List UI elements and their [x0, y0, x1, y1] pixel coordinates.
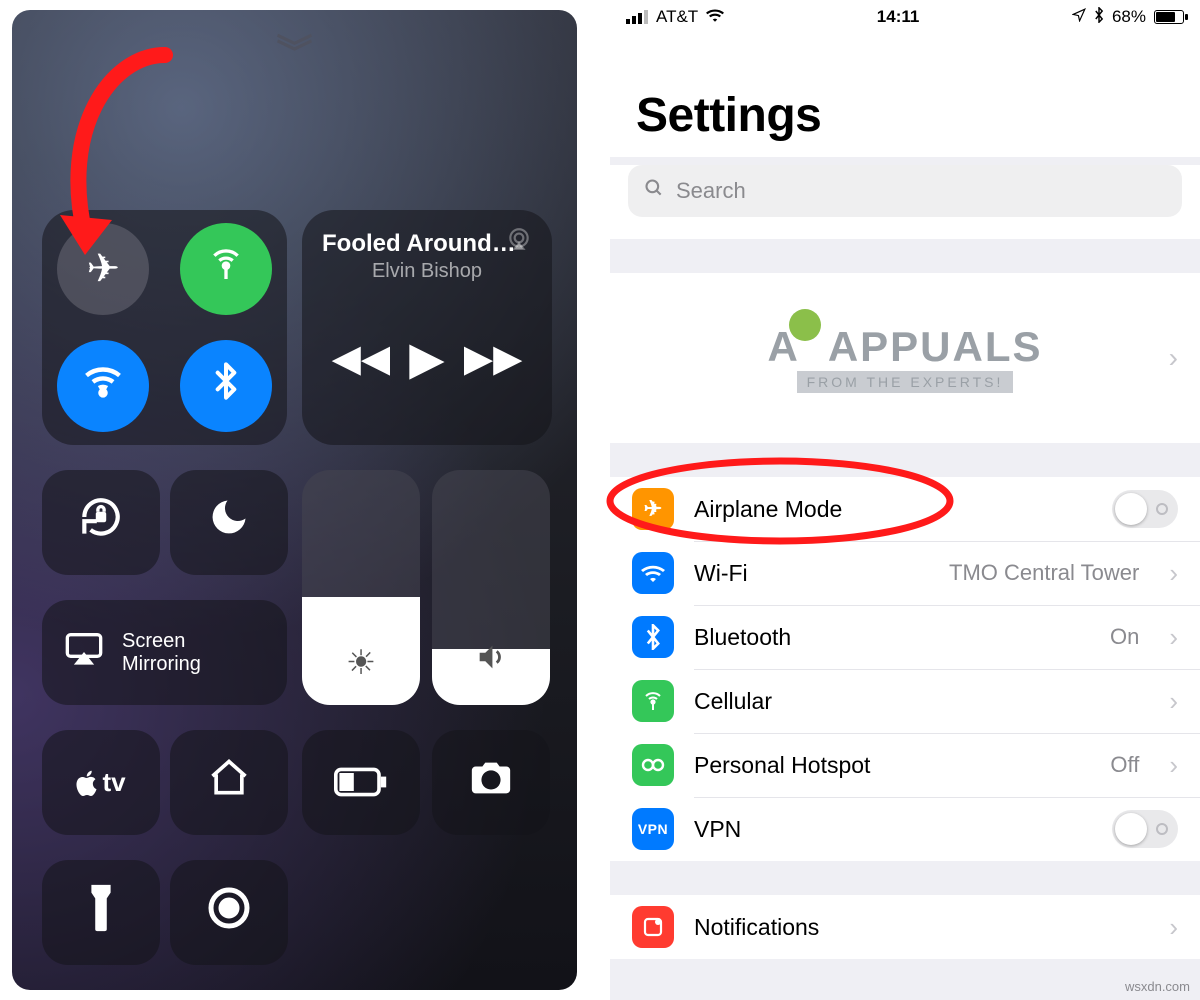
row-label: Wi-Fi — [694, 560, 748, 587]
chevron-right-icon: › — [1169, 342, 1178, 374]
row-label: Airplane Mode — [694, 496, 842, 523]
wifi-status-icon — [706, 7, 724, 27]
wifi-icon — [81, 359, 125, 413]
chevron-right-icon: › — [1169, 622, 1178, 653]
signal-icon — [626, 10, 648, 24]
antenna-icon — [206, 244, 246, 294]
home-icon — [207, 756, 251, 810]
cellular-row[interactable]: Cellular › — [610, 669, 1200, 733]
battery-status-icon — [1154, 10, 1184, 24]
airplay-icon[interactable] — [506, 226, 532, 258]
do-not-disturb-toggle[interactable] — [170, 470, 288, 575]
connectivity-panel: ✈ — [42, 210, 287, 445]
orientation-lock-toggle[interactable] — [42, 470, 160, 575]
page-title: Settings — [636, 88, 1174, 143]
settings-screen: AT&T 14:11 68% Settings — [610, 0, 1200, 1000]
clock: 14:11 — [877, 7, 920, 27]
chevron-right-icon: › — [1169, 912, 1178, 943]
play-button[interactable]: ▶ — [409, 331, 444, 385]
watermark-title: AAPPUALS — [767, 323, 1042, 371]
account-row[interactable]: AAPPUALS FROM THE EXPERTS! › — [610, 273, 1200, 443]
row-value: On — [1110, 624, 1139, 650]
chevron-right-icon: › — [1169, 558, 1178, 589]
volume-slider[interactable] — [432, 470, 550, 705]
image-credit: wsxdn.com — [1125, 979, 1190, 994]
flashlight-icon — [86, 883, 116, 943]
antenna-icon — [632, 680, 674, 722]
notifications-row[interactable]: Notifications › — [610, 895, 1200, 959]
row-label: Notifications — [694, 914, 819, 941]
search-icon — [644, 178, 664, 204]
row-label: VPN — [694, 816, 741, 843]
row-value: Off — [1110, 752, 1139, 778]
chevron-right-icon: › — [1169, 686, 1178, 717]
location-icon — [1072, 7, 1086, 27]
screen-mirroring-icon — [64, 631, 104, 674]
screen-mirroring-button[interactable]: Screen Mirroring — [42, 600, 287, 705]
bluetooth-row[interactable]: Bluetooth On › — [610, 605, 1200, 669]
connectivity-group: ✈ Airplane Mode Wi-Fi TMO Central Tower … — [610, 477, 1200, 861]
moon-icon — [207, 495, 251, 550]
row-value: TMO Central Tower — [949, 560, 1139, 586]
record-icon — [205, 884, 253, 942]
now-playing-artist: Elvin Bishop — [322, 260, 532, 283]
brightness-icon: ☀ — [346, 643, 376, 683]
bluetooth-icon — [632, 616, 674, 658]
now-playing-panel[interactable]: Fooled Around… Elvin Bishop ◀◀ ▶ ▶▶ — [302, 210, 552, 445]
collapse-chevron-icon[interactable]: ︾ — [276, 24, 312, 76]
apple-tv-remote-button[interactable]: tv — [42, 730, 160, 835]
wifi-row[interactable]: Wi-Fi TMO Central Tower › — [610, 541, 1200, 605]
status-bar: AT&T 14:11 68% — [610, 0, 1200, 34]
volume-icon — [474, 640, 508, 683]
search-placeholder: Search — [676, 178, 746, 204]
settings-header: Settings — [610, 34, 1200, 157]
forward-button[interactable]: ▶▶ — [464, 336, 522, 381]
screen-record-button[interactable] — [170, 860, 288, 965]
vpn-icon: VPN — [632, 808, 674, 850]
bluetooth-icon — [206, 361, 246, 411]
rewind-button[interactable]: ◀◀ — [332, 336, 390, 381]
hotspot-icon — [632, 744, 674, 786]
brightness-slider[interactable]: ☀ — [302, 470, 420, 705]
carrier-label: AT&T — [656, 7, 698, 27]
notifications-group: Notifications › — [610, 895, 1200, 959]
screen-mirroring-label: Screen Mirroring — [122, 630, 201, 676]
cellular-data-toggle[interactable] — [180, 223, 272, 315]
battery-pct: 68% — [1112, 7, 1146, 27]
wifi-toggle[interactable] — [57, 340, 149, 432]
flashlight-button[interactable] — [42, 860, 160, 965]
airplane-mode-switch[interactable] — [1112, 490, 1178, 528]
row-label: Personal Hotspot — [694, 752, 870, 779]
airplane-icon: ✈ — [632, 488, 674, 530]
bluetooth-status-icon — [1094, 7, 1104, 28]
orientation-lock-icon — [76, 492, 126, 553]
low-power-mode-toggle[interactable] — [302, 730, 420, 835]
camera-icon — [468, 758, 514, 808]
airplane-mode-row[interactable]: ✈ Airplane Mode — [610, 477, 1200, 541]
camera-button[interactable] — [432, 730, 550, 835]
row-label: Bluetooth — [694, 624, 791, 651]
notifications-icon — [632, 906, 674, 948]
battery-icon — [334, 759, 388, 807]
vpn-row[interactable]: VPN VPN — [610, 797, 1200, 861]
search-input[interactable]: Search — [628, 165, 1182, 217]
chevron-right-icon: › — [1169, 750, 1178, 781]
airplane-icon: ✈ — [86, 246, 120, 292]
row-label: Cellular — [694, 688, 772, 715]
control-center: ︾ ✈ — [12, 10, 577, 990]
watermark-subtitle: FROM THE EXPERTS! — [797, 371, 1014, 393]
apple-tv-icon: tv — [76, 767, 125, 798]
vpn-switch[interactable] — [1112, 810, 1178, 848]
home-button[interactable] — [170, 730, 288, 835]
hotspot-row[interactable]: Personal Hotspot Off › — [610, 733, 1200, 797]
wifi-icon — [632, 552, 674, 594]
airplane-mode-toggle[interactable]: ✈ — [57, 223, 149, 315]
bluetooth-toggle[interactable] — [180, 340, 272, 432]
now-playing-title: Fooled Around… — [322, 230, 532, 258]
